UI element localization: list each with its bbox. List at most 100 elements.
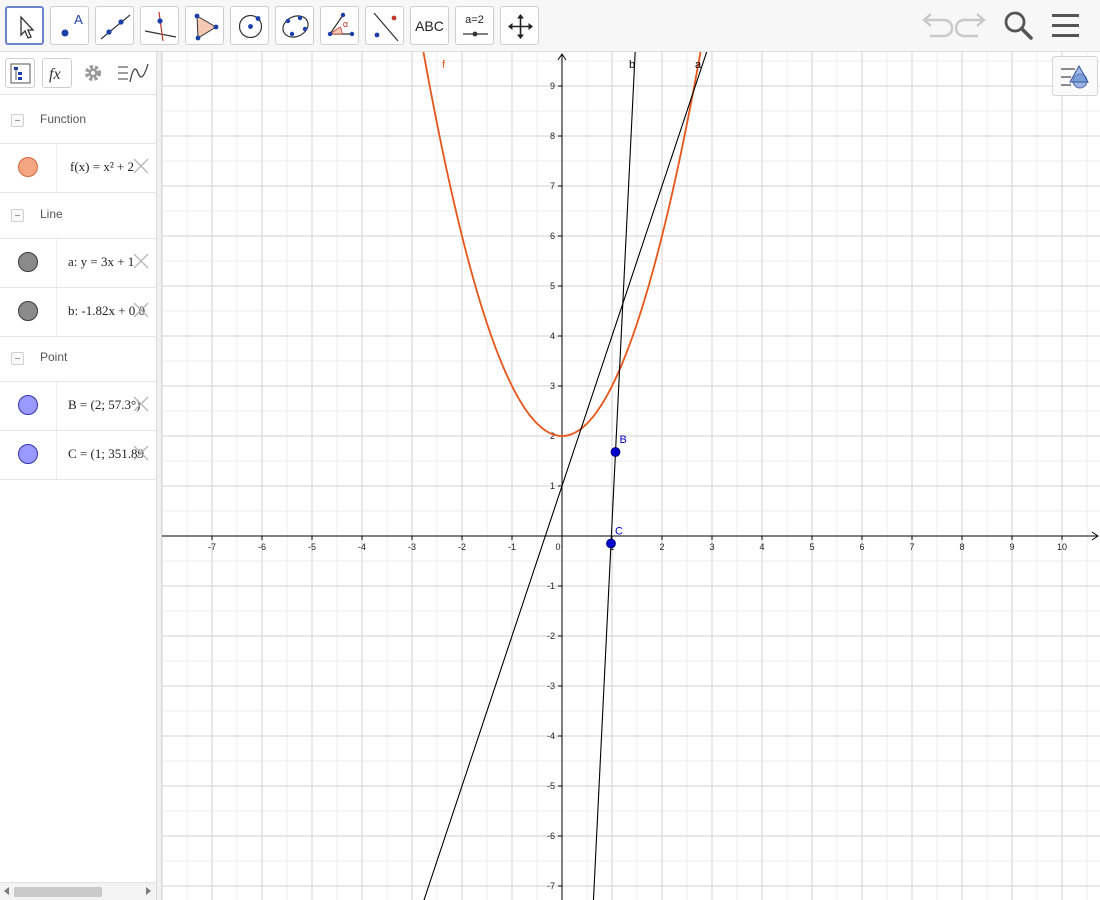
x-tick-label: 10	[1057, 542, 1067, 552]
reflect-about-line-tool[interactable]	[365, 6, 404, 45]
y-tick-label: 9	[550, 81, 555, 91]
row-divider	[56, 431, 57, 479]
search-icon	[1004, 11, 1033, 40]
y-tick-label: -7	[547, 881, 555, 891]
visibility-toggle[interactable]	[18, 444, 38, 464]
y-tick-label: -3	[547, 681, 555, 691]
text-tool-label: ABC	[415, 18, 444, 34]
graph-canvas[interactable]: -7 -6 -5 -4 -3 -2 -1 0 1 2 3 4 5 6 7 8 9 10 -7 -6 -5 -4 -3 -2 -1…	[162, 52, 1100, 900]
collapse-icon[interactable]	[11, 209, 24, 222]
x-tick-label: 5	[809, 542, 814, 552]
label-b: b	[629, 59, 635, 71]
visibility-toggle[interactable]	[18, 301, 38, 321]
y-tick-label: 5	[550, 281, 555, 291]
polygon-tool[interactable]	[185, 6, 224, 45]
row-divider	[56, 239, 57, 287]
visibility-toggle[interactable]	[18, 395, 38, 415]
algebra-item-text[interactable]: a: y = 3x + 1	[68, 254, 134, 270]
slider-icon	[463, 31, 488, 37]
label-a: a	[695, 59, 702, 71]
delete-icon[interactable]	[132, 157, 150, 175]
menu-button[interactable]	[1048, 8, 1084, 44]
delete-icon[interactable]	[132, 301, 150, 319]
line-tool[interactable]	[95, 6, 134, 45]
undo-icon	[922, 13, 954, 38]
y-tick-label: 8	[550, 131, 555, 141]
algebra-item-B[interactable]: B = (2; 57.3°)	[0, 382, 156, 431]
scrollbar-thumb[interactable]	[14, 887, 102, 897]
group-label: Line	[40, 207, 63, 221]
settings-button[interactable]	[78, 58, 108, 88]
point-label-B: B	[620, 434, 627, 446]
text-tool[interactable]: ABC	[410, 6, 449, 45]
x-tick-label: -2	[458, 542, 466, 552]
redo-icon	[954, 13, 986, 38]
x-tick-label: -5	[308, 542, 316, 552]
collapse-icon[interactable]	[11, 114, 24, 127]
style-bar-toggle[interactable]	[1052, 56, 1098, 96]
search-button[interactable]	[1000, 8, 1036, 44]
four-way-arrows-icon	[508, 14, 533, 39]
x-tick-label: 2	[659, 542, 664, 552]
scroll-left-icon[interactable]	[4, 887, 9, 895]
move-graphics-view-tool[interactable]	[500, 6, 539, 45]
horizontal-scrollbar[interactable]	[0, 882, 156, 900]
redo-button[interactable]	[954, 8, 990, 44]
circle-icon	[238, 14, 263, 39]
x-tick-label: 9	[1009, 542, 1014, 552]
algebra-item-b[interactable]: b: -1.82x + 0.0	[0, 288, 156, 337]
delete-icon[interactable]	[132, 444, 150, 462]
circle-center-point-tool[interactable]	[230, 6, 269, 45]
algebra-item-C[interactable]: C = (1; 351.89	[0, 431, 156, 480]
auxiliary-objects-button[interactable]: fx	[42, 58, 72, 88]
algebra-item-a[interactable]: a: y = 3x + 1	[0, 239, 156, 288]
graph-style-button[interactable]	[116, 58, 149, 88]
group-label: Function	[40, 112, 87, 126]
perpendicular-line-icon	[144, 11, 177, 42]
x-tick-label: -4	[358, 542, 366, 552]
group-header-function[interactable]: Function	[0, 98, 156, 144]
y-tick-label: 7	[550, 181, 555, 191]
reflect-icon	[373, 12, 399, 42]
group-header-point[interactable]: Point	[0, 336, 156, 382]
perpendicular-line-tool[interactable]	[140, 6, 179, 45]
y-tick-label: -6	[547, 831, 555, 841]
collapse-icon[interactable]	[11, 352, 24, 365]
group-header-line[interactable]: Line	[0, 193, 156, 239]
x-tick-label: 8	[959, 542, 964, 552]
graph-style-icon	[1061, 64, 1089, 89]
graphics-view[interactable]: -7 -6 -5 -4 -3 -2 -1 0 1 2 3 4 5 6 7 8 9 10 -7 -6 -5 -4 -3 -2 -1…	[162, 52, 1100, 900]
visibility-toggle[interactable]	[18, 157, 38, 177]
point-B	[610, 447, 621, 457]
algebra-item-text[interactable]: B = (2; 57.3°)	[68, 397, 140, 413]
fx-icon: fx	[49, 66, 61, 83]
delete-icon[interactable]	[132, 395, 150, 413]
menu-icon	[1052, 14, 1079, 37]
y-tick-label: -1	[547, 581, 555, 591]
algebra-item-text[interactable]: f(x) = x² + 2	[70, 159, 134, 175]
x-tick-label: 4	[759, 542, 764, 552]
row-divider	[56, 288, 57, 336]
algebra-view: fx Function f(x) = x² + 2 Line a: y = 3x…	[0, 52, 156, 900]
toolbar: A α ABC a=2	[0, 0, 1100, 52]
algebra-item-f[interactable]: f(x) = x² + 2	[0, 144, 156, 193]
x-tick-label: 3	[709, 542, 714, 552]
line-b	[592, 52, 636, 900]
move-tool[interactable]	[5, 6, 44, 45]
delete-icon[interactable]	[132, 252, 150, 270]
row-divider	[56, 144, 57, 192]
function-f-curve	[422, 52, 702, 437]
visibility-toggle[interactable]	[18, 252, 38, 272]
x-tick-label: 0	[555, 542, 560, 552]
scroll-right-icon[interactable]	[146, 887, 151, 895]
conic-five-points-tool[interactable]	[275, 6, 314, 45]
y-tick-label: 1	[550, 481, 555, 491]
row-divider	[56, 382, 57, 430]
sort-button[interactable]	[5, 58, 35, 88]
point-tool[interactable]: A	[50, 6, 89, 45]
y-tick-label: -4	[547, 731, 555, 741]
undo-button[interactable]	[918, 8, 954, 44]
slider-tool[interactable]: a=2	[455, 6, 494, 45]
angle-tool[interactable]: α	[320, 6, 359, 45]
point-tool-label: A	[74, 12, 83, 27]
